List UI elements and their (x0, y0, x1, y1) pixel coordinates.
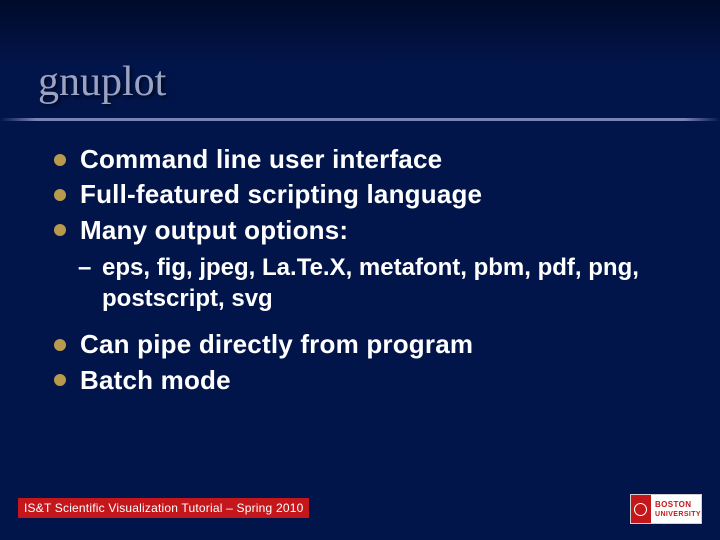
sub-bullet-list: eps, fig, jpeg, La.Te.X, metafont, pbm, … (54, 253, 672, 314)
boston-university-logo: BOSTON UNIVERSITY (630, 494, 702, 524)
bullet-list: Command line user interface Full-feature… (54, 143, 672, 247)
slide-title: gnuplot (38, 58, 720, 106)
bullet-item: Batch mode (54, 364, 672, 397)
bullet-item: Can pipe directly from program (54, 328, 672, 361)
bullet-list: Can pipe directly from program Batch mod… (54, 328, 672, 397)
title-area: gnuplot (0, 0, 720, 106)
bullet-item: Many output options: (54, 214, 672, 247)
sub-bullet-item: eps, fig, jpeg, La.Te.X, metafont, pbm, … (54, 253, 672, 314)
seal-icon (634, 503, 647, 516)
bullet-item: Full-featured scripting language (54, 178, 672, 211)
logo-line-1: BOSTON (655, 501, 691, 509)
content-area: Command line user interface Full-feature… (0, 121, 720, 397)
footer-banner: IS&T Scientific Visualization Tutorial –… (18, 498, 309, 518)
bullet-item: Command line user interface (54, 143, 672, 176)
logo-text: BOSTON UNIVERSITY (651, 495, 701, 523)
logo-line-2: UNIVERSITY (655, 511, 701, 518)
logo-seal-block (631, 495, 651, 523)
